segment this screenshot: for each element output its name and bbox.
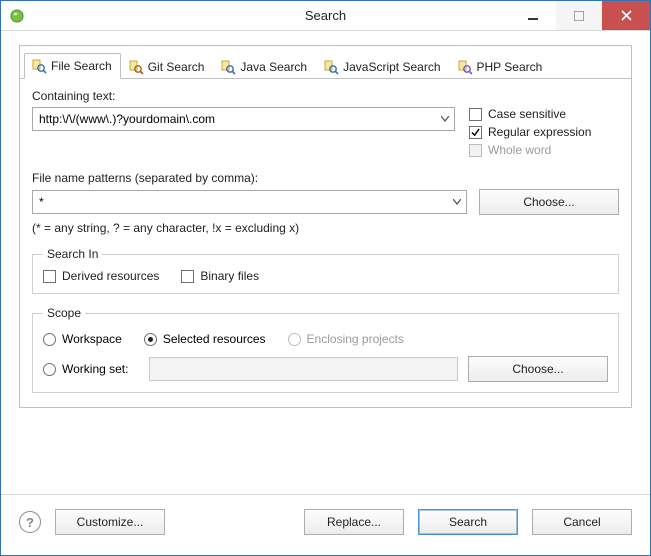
git-search-icon <box>128 59 144 75</box>
patterns-hint: (* = any string, ? = any character, !x =… <box>32 221 619 235</box>
radio-checked-icon <box>144 333 157 346</box>
php-search-icon <box>457 59 473 75</box>
regex-checkbox[interactable]: Regular expression <box>469 125 619 139</box>
checkbox-label: Case sensitive <box>488 107 566 121</box>
checkbox-icon <box>469 108 482 121</box>
tab-body: Containing text: Case sensitive <box>20 79 631 407</box>
radio-icon <box>43 333 56 346</box>
titlebar: Search <box>1 1 650 31</box>
cancel-button[interactable]: Cancel <box>532 509 632 535</box>
radio-label: Workspace <box>62 332 122 346</box>
scope-selected-radio[interactable]: Selected resources <box>144 332 266 346</box>
derived-resources-checkbox[interactable]: Derived resources <box>43 269 159 283</box>
window-controls <box>510 1 650 30</box>
checkbox-icon <box>181 270 194 283</box>
javascript-search-icon <box>323 59 339 75</box>
tab-label: PHP Search <box>477 60 543 74</box>
containing-text-combo[interactable] <box>32 107 455 131</box>
binary-files-checkbox[interactable]: Binary files <box>181 269 259 283</box>
dialog-footer: ? Customize... Replace... Search Cancel <box>1 494 650 555</box>
working-set-input <box>149 357 458 381</box>
radio-label: Working set: <box>62 362 128 376</box>
patterns-input[interactable] <box>33 195 448 209</box>
scope-enclosing-radio: Enclosing projects <box>288 332 404 346</box>
choose-working-set-button[interactable]: Choose... <box>468 356 608 382</box>
checkbox-label: Binary files <box>200 269 259 283</box>
search-in-legend: Search In <box>43 247 102 261</box>
tab-javascript-search[interactable]: JavaScript Search <box>316 54 449 79</box>
file-search-icon <box>31 58 47 74</box>
tab-label: Java Search <box>240 60 307 74</box>
help-icon[interactable]: ? <box>19 511 41 533</box>
chevron-down-icon[interactable] <box>436 108 454 130</box>
checkbox-label: Regular expression <box>488 125 591 139</box>
customize-button[interactable]: Customize... <box>55 509 165 535</box>
scope-legend: Scope <box>43 306 85 320</box>
tab-file-search[interactable]: File Search <box>24 53 121 79</box>
maximize-button[interactable] <box>556 1 602 30</box>
tab-php-search[interactable]: PHP Search <box>450 54 552 79</box>
text-options: Case sensitive Regular expression Whole … <box>469 107 619 157</box>
close-button[interactable] <box>602 1 650 30</box>
java-search-icon <box>220 59 236 75</box>
minimize-button[interactable] <box>510 1 556 30</box>
containing-text-label: Containing text: <box>32 89 619 103</box>
checkbox-disabled-icon <box>469 144 482 157</box>
tab-git-search[interactable]: Git Search <box>121 54 214 79</box>
scope-workspace-radio[interactable]: Workspace <box>43 332 122 346</box>
checkbox-icon <box>43 270 56 283</box>
chevron-down-icon[interactable] <box>448 191 466 213</box>
tab-label: JavaScript Search <box>343 60 440 74</box>
radio-icon <box>43 363 56 376</box>
whole-word-checkbox: Whole word <box>469 143 619 157</box>
scope-group: Scope Workspace Selected resources En <box>32 306 619 393</box>
tab-java-search[interactable]: Java Search <box>213 54 316 79</box>
checkbox-label: Derived resources <box>62 269 159 283</box>
tabs-bar: File Search Git Search Java Search <box>20 46 631 78</box>
search-button[interactable]: Search <box>418 509 518 535</box>
app-icon <box>9 8 25 24</box>
radio-label: Selected resources <box>163 332 266 346</box>
checkbox-checked-icon <box>469 126 482 139</box>
containing-text-input[interactable] <box>33 112 436 126</box>
tab-label: Git Search <box>148 60 205 74</box>
search-dialog: Search File Search <box>0 0 651 556</box>
patterns-label: File name patterns (separated by comma): <box>32 171 619 185</box>
search-tabs-container: File Search Git Search Java Search <box>19 45 632 408</box>
search-in-group: Search In Derived resources Binary files <box>32 247 619 294</box>
radio-label: Enclosing projects <box>307 332 404 346</box>
patterns-combo[interactable] <box>32 190 467 214</box>
scope-working-set-radio[interactable]: Working set: <box>43 362 139 376</box>
case-sensitive-checkbox[interactable]: Case sensitive <box>469 107 619 121</box>
radio-disabled-icon <box>288 333 301 346</box>
choose-patterns-button[interactable]: Choose... <box>479 189 619 215</box>
dialog-content: File Search Git Search Java Search <box>1 31 650 494</box>
tab-label: File Search <box>51 59 112 73</box>
checkbox-label: Whole word <box>488 143 551 157</box>
replace-button[interactable]: Replace... <box>304 509 404 535</box>
